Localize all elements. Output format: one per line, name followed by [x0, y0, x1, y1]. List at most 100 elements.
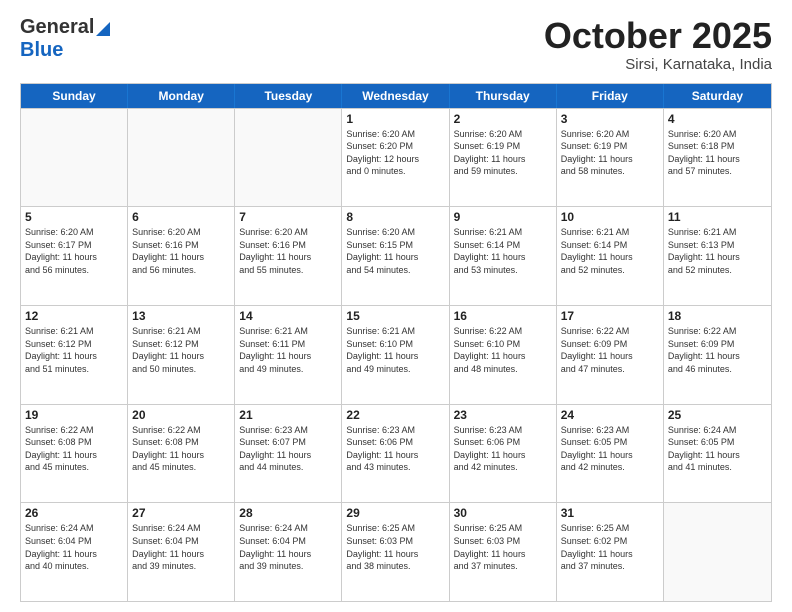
day-number: 23 [454, 408, 552, 422]
day-number: 28 [239, 506, 337, 520]
day-info: Sunrise: 6:21 AM Sunset: 6:10 PM Dayligh… [346, 325, 444, 375]
day-info: Sunrise: 6:22 AM Sunset: 6:08 PM Dayligh… [132, 424, 230, 474]
day-info: Sunrise: 6:23 AM Sunset: 6:06 PM Dayligh… [454, 424, 552, 474]
day-info: Sunrise: 6:21 AM Sunset: 6:14 PM Dayligh… [454, 226, 552, 276]
cal-cell-17: 17 Sunrise: 6:22 AM Sunset: 6:09 PM Dayli… [557, 306, 664, 404]
day-number: 18 [668, 309, 767, 323]
title-section: October 2025 Sirsi, Karnataka, India [544, 16, 772, 73]
day-info: Sunrise: 6:25 AM Sunset: 6:03 PM Dayligh… [346, 522, 444, 572]
day-info: Sunrise: 6:23 AM Sunset: 6:07 PM Dayligh… [239, 424, 337, 474]
header-tuesday: Tuesday [235, 84, 342, 108]
day-info: Sunrise: 6:24 AM Sunset: 6:05 PM Dayligh… [668, 424, 767, 474]
day-number: 13 [132, 309, 230, 323]
cal-cell-24: 24 Sunrise: 6:23 AM Sunset: 6:05 PM Dayli… [557, 405, 664, 503]
day-number: 10 [561, 210, 659, 224]
day-info: Sunrise: 6:20 AM Sunset: 6:19 PM Dayligh… [454, 128, 552, 178]
cal-cell-9: 9 Sunrise: 6:21 AM Sunset: 6:14 PM Daylig… [450, 207, 557, 305]
day-number: 9 [454, 210, 552, 224]
cal-cell-27: 27 Sunrise: 6:24 AM Sunset: 6:04 PM Dayli… [128, 503, 235, 601]
header: General Blue October 2025 Sirsi, Karnata… [20, 16, 772, 73]
day-number: 12 [25, 309, 123, 323]
cal-cell-26: 26 Sunrise: 6:24 AM Sunset: 6:04 PM Dayli… [21, 503, 128, 601]
cal-cell-20: 20 Sunrise: 6:22 AM Sunset: 6:08 PM Dayli… [128, 405, 235, 503]
cal-cell-8: 8Sunrise: 6:20 AM Sunset: 6:15 PM Daylig… [342, 207, 449, 305]
logo-blue: Blue [20, 39, 63, 62]
day-number: 19 [25, 408, 123, 422]
day-number: 4 [668, 112, 767, 126]
cal-cell-30: 30 Sunrise: 6:25 AM Sunset: 6:03 PM Dayli… [450, 503, 557, 601]
cal-cell-empty-4-6 [664, 503, 771, 601]
header-friday: Friday [557, 84, 664, 108]
day-info: Sunrise: 6:25 AM Sunset: 6:03 PM Dayligh… [454, 522, 552, 572]
day-info: Sunrise: 6:20 AM Sunset: 6:19 PM Dayligh… [561, 128, 659, 178]
cal-row-4: 26 Sunrise: 6:24 AM Sunset: 6:04 PM Dayli… [21, 502, 771, 601]
day-number: 31 [561, 506, 659, 520]
day-number: 2 [454, 112, 552, 126]
day-info: Sunrise: 6:21 AM Sunset: 6:11 PM Dayligh… [239, 325, 337, 375]
day-info: Sunrise: 6:20 AM Sunset: 6:17 PM Dayligh… [25, 226, 123, 276]
cal-cell-7: 7 Sunrise: 6:20 AM Sunset: 6:16 PM Daylig… [235, 207, 342, 305]
day-info: Sunrise: 6:20 AM Sunset: 6:16 PM Dayligh… [239, 226, 337, 276]
cal-cell-31: 31 Sunrise: 6:25 AM Sunset: 6:02 PM Dayli… [557, 503, 664, 601]
cal-cell-empty-0-2 [235, 109, 342, 207]
header-sunday: Sunday [21, 84, 128, 108]
day-info: Sunrise: 6:20 AM Sunset: 6:20 PM Dayligh… [346, 128, 444, 178]
header-thursday: Thursday [450, 84, 557, 108]
cal-cell-18: 18 Sunrise: 6:22 AM Sunset: 6:09 PM Dayli… [664, 306, 771, 404]
cal-cell-28: 28 Sunrise: 6:24 AM Sunset: 6:04 PM Dayli… [235, 503, 342, 601]
day-number: 15 [346, 309, 444, 323]
cal-cell-23: 23 Sunrise: 6:23 AM Sunset: 6:06 PM Dayli… [450, 405, 557, 503]
day-number: 24 [561, 408, 659, 422]
day-number: 26 [25, 506, 123, 520]
day-info: Sunrise: 6:24 AM Sunset: 6:04 PM Dayligh… [239, 522, 337, 572]
cal-cell-22: 22 Sunrise: 6:23 AM Sunset: 6:06 PM Dayli… [342, 405, 449, 503]
day-number: 29 [346, 506, 444, 520]
cal-cell-1: 1Sunrise: 6:20 AM Sunset: 6:20 PM Daylig… [342, 109, 449, 207]
cal-cell-29: 29 Sunrise: 6:25 AM Sunset: 6:03 PM Dayli… [342, 503, 449, 601]
calendar-header: Sunday Monday Tuesday Wednesday Thursday… [21, 84, 771, 108]
page: General Blue October 2025 Sirsi, Karnata… [0, 0, 792, 612]
cal-cell-16: 16 Sunrise: 6:22 AM Sunset: 6:10 PM Dayli… [450, 306, 557, 404]
day-number: 8 [346, 210, 444, 224]
header-wednesday: Wednesday [342, 84, 449, 108]
day-info: Sunrise: 6:22 AM Sunset: 6:09 PM Dayligh… [561, 325, 659, 375]
day-number: 30 [454, 506, 552, 520]
cal-cell-11: 11 Sunrise: 6:21 AM Sunset: 6:13 PM Dayli… [664, 207, 771, 305]
day-number: 20 [132, 408, 230, 422]
day-number: 16 [454, 309, 552, 323]
header-saturday: Saturday [664, 84, 771, 108]
day-info: Sunrise: 6:21 AM Sunset: 6:12 PM Dayligh… [25, 325, 123, 375]
cal-cell-13: 13Sunrise: 6:21 AM Sunset: 6:12 PM Dayli… [128, 306, 235, 404]
day-number: 27 [132, 506, 230, 520]
day-info: Sunrise: 6:25 AM Sunset: 6:02 PM Dayligh… [561, 522, 659, 572]
day-number: 7 [239, 210, 337, 224]
title-location: Sirsi, Karnataka, India [544, 56, 772, 73]
cal-cell-3: 3 Sunrise: 6:20 AM Sunset: 6:19 PM Daylig… [557, 109, 664, 207]
day-info: Sunrise: 6:20 AM Sunset: 6:18 PM Dayligh… [668, 128, 767, 178]
day-info: Sunrise: 6:21 AM Sunset: 6:14 PM Dayligh… [561, 226, 659, 276]
header-monday: Monday [128, 84, 235, 108]
cal-cell-19: 19Sunrise: 6:22 AM Sunset: 6:08 PM Dayli… [21, 405, 128, 503]
day-info: Sunrise: 6:22 AM Sunset: 6:10 PM Dayligh… [454, 325, 552, 375]
day-info: Sunrise: 6:24 AM Sunset: 6:04 PM Dayligh… [132, 522, 230, 572]
cal-row-2: 12 Sunrise: 6:21 AM Sunset: 6:12 PM Dayli… [21, 305, 771, 404]
cal-cell-12: 12 Sunrise: 6:21 AM Sunset: 6:12 PM Dayli… [21, 306, 128, 404]
day-number: 5 [25, 210, 123, 224]
cal-cell-14: 14Sunrise: 6:21 AM Sunset: 6:11 PM Dayli… [235, 306, 342, 404]
title-month: October 2025 [544, 16, 772, 56]
day-number: 22 [346, 408, 444, 422]
day-info: Sunrise: 6:23 AM Sunset: 6:05 PM Dayligh… [561, 424, 659, 474]
cal-cell-2: 2 Sunrise: 6:20 AM Sunset: 6:19 PM Daylig… [450, 109, 557, 207]
day-number: 25 [668, 408, 767, 422]
day-number: 21 [239, 408, 337, 422]
day-info: Sunrise: 6:22 AM Sunset: 6:09 PM Dayligh… [668, 325, 767, 375]
logo-general: General [20, 16, 94, 39]
logo-triangle-icon [96, 22, 110, 36]
logo: General Blue [20, 16, 110, 62]
day-number: 3 [561, 112, 659, 126]
day-info: Sunrise: 6:24 AM Sunset: 6:04 PM Dayligh… [25, 522, 123, 572]
day-info: Sunrise: 6:21 AM Sunset: 6:13 PM Dayligh… [668, 226, 767, 276]
day-info: Sunrise: 6:23 AM Sunset: 6:06 PM Dayligh… [346, 424, 444, 474]
day-number: 11 [668, 210, 767, 224]
day-number: 17 [561, 309, 659, 323]
